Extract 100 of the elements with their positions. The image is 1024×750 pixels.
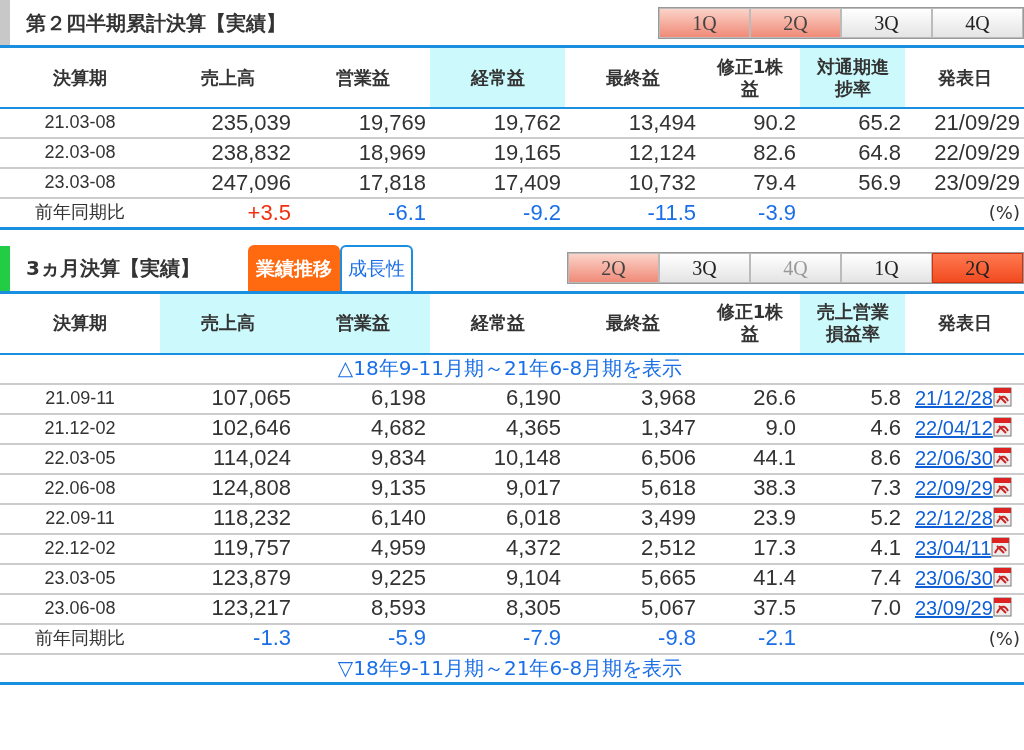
table-cell: 19,165 [430, 138, 565, 168]
quarter-button[interactable]: 3Q [659, 253, 750, 283]
document-icon[interactable] [992, 447, 1012, 468]
table-cell: -1.3 [160, 623, 295, 654]
document-icon[interactable] [992, 567, 1012, 588]
table-cell: 19,769 [295, 108, 430, 138]
column-header: 売上高 [200, 312, 255, 334]
table-cell: -9.2 [430, 198, 565, 228]
table-cell: 17,409 [430, 168, 565, 198]
date-link[interactable]: 22/12/28 [915, 507, 993, 530]
table-cell: 22/09/29 [905, 138, 1024, 168]
column-header: 経常益 [470, 312, 525, 334]
table-cell: 26.6 [700, 383, 800, 414]
period-cell: 21.09-11 [0, 383, 160, 414]
table-cell: 64.8 [800, 138, 905, 168]
document-icon[interactable] [992, 417, 1012, 438]
date-link[interactable]: 23/06/30 [915, 567, 993, 590]
quarter-button[interactable]: 2Q [750, 7, 841, 38]
table-cell: 9,135 [295, 473, 430, 504]
date-link[interactable]: 22/06/30 [915, 447, 993, 470]
table-cell: 6,140 [295, 503, 430, 534]
tab[interactable]: 業績推移 [247, 244, 340, 291]
unit-label: (%) [905, 198, 1024, 228]
date-link[interactable]: 23/04/11 [915, 537, 992, 560]
date-link[interactable]: 21/12/28 [915, 387, 993, 410]
period-cell: 22.06-08 [0, 473, 160, 504]
table-cell: 107,065 [160, 383, 295, 414]
table-cell: 3,968 [565, 383, 700, 414]
quarter-button[interactable]: 3Q [841, 7, 932, 38]
date-link[interactable]: 22/04/12 [915, 417, 993, 440]
show-periods-link[interactable]: ▽18年9-11月期～21年6-8月期を表示 [337, 656, 683, 681]
period-cell: 23.06-08 [0, 593, 160, 624]
row-label: 前年同期比 [0, 623, 160, 654]
column-header: 修正1株益 [715, 301, 785, 345]
date-link[interactable]: 23/09/29 [915, 597, 993, 620]
show-periods-link[interactable]: △18年9-11月期～21年6-8月期を表示 [337, 356, 683, 381]
table-cell: 2,512 [565, 533, 700, 564]
column-header: 発表日 [937, 66, 992, 89]
table-cell: 3,499 [565, 503, 700, 534]
table-cell: 44.1 [700, 443, 800, 474]
document-icon[interactable] [992, 597, 1012, 618]
document-icon[interactable] [992, 507, 1012, 528]
table-cell: 18,969 [295, 138, 430, 168]
table-cell: 12,124 [565, 138, 700, 168]
table-cell: 235,039 [160, 108, 295, 138]
table-cell: 4,959 [295, 533, 430, 564]
column-header: 最終益 [605, 66, 660, 89]
table-cell: 10,732 [565, 168, 700, 198]
table-cell: 41.4 [700, 563, 800, 594]
table-cell: 238,832 [160, 138, 295, 168]
quarter-button[interactable]: 1Q [841, 253, 932, 283]
table-cell: 4,372 [430, 533, 565, 564]
table-cell: +3.5 [160, 198, 295, 228]
table-cell: 118,232 [160, 503, 295, 534]
unit-label: (%) [905, 623, 1024, 654]
document-icon[interactable] [991, 537, 1011, 558]
period-cell: 23.03-05 [0, 563, 160, 594]
section-title: 第２四半期累計決算【実績】 [26, 9, 286, 37]
period-cell: 23.03-08 [0, 168, 160, 198]
table-cell: -11.5 [565, 198, 700, 228]
quarter-button[interactable]: 4Q [932, 7, 1023, 38]
table-cell: 56.9 [800, 168, 905, 198]
quarter-button[interactable]: 2Q [568, 253, 659, 283]
table-cell: -9.8 [565, 623, 700, 654]
table-cell: 9,834 [295, 443, 430, 474]
tab[interactable]: 成長性 [339, 244, 413, 291]
table-cell: 114,024 [160, 443, 295, 474]
table-cell: 4,682 [295, 413, 430, 444]
table-cell: 6,190 [430, 383, 565, 414]
column-header: 営業益 [335, 312, 390, 334]
table-cell: 7.4 [800, 563, 905, 594]
table-cell: 6,198 [295, 383, 430, 414]
period-cell: 22.03-08 [0, 138, 160, 168]
period-cell: 22.09-11 [0, 503, 160, 534]
section-marker [0, 0, 10, 45]
document-icon[interactable] [992, 387, 1012, 408]
table-cell: -7.9 [430, 623, 565, 654]
document-icon[interactable] [992, 477, 1012, 498]
column-header: 最終益 [605, 312, 660, 334]
table-cell: 123,217 [160, 593, 295, 624]
table-cell: -6.1 [295, 198, 430, 228]
period-cell: 22.12-02 [0, 533, 160, 564]
quarter-button[interactable]: 1Q [659, 7, 750, 38]
section-marker [0, 245, 10, 291]
table-cell: 247,096 [160, 168, 295, 198]
period-cell: 21.12-02 [0, 413, 160, 444]
column-header: 売上高 [200, 66, 255, 89]
table-cell: 8,593 [295, 593, 430, 624]
table-cell: 6,506 [565, 443, 700, 474]
period-cell: 22.03-05 [0, 443, 160, 474]
quarter-button[interactable]: 2Q [932, 253, 1023, 283]
table-cell: 4.1 [800, 533, 905, 564]
table-cell: 9.0 [700, 413, 800, 444]
column-header: 発表日 [937, 312, 992, 334]
table-cell: 124,808 [160, 473, 295, 504]
date-link[interactable]: 22/09/29 [915, 477, 993, 500]
table-cell: 9,017 [430, 473, 565, 504]
column-header: 決算期 [53, 312, 107, 334]
table-cell: 6,018 [430, 503, 565, 534]
table-cell: 1,347 [565, 413, 700, 444]
